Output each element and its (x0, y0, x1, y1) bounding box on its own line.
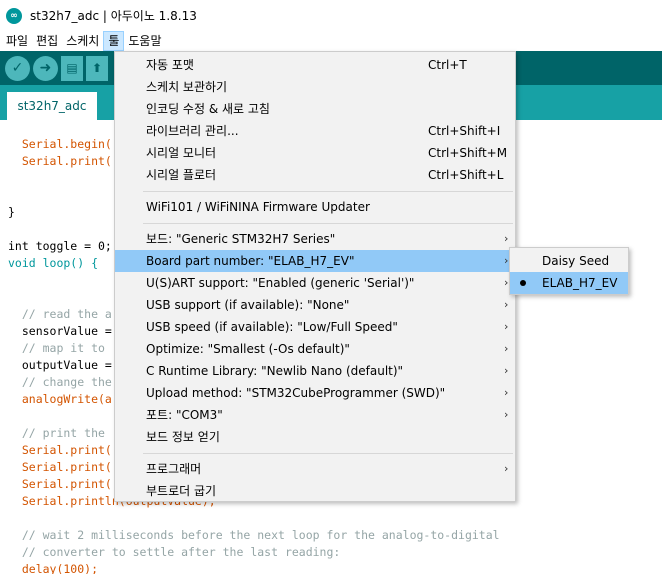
chevron-right-icon: › (504, 320, 509, 333)
verify-icon[interactable]: ✓ (5, 55, 30, 81)
menu-item-board-part-number[interactable]: Board part number: "ELAB_H7_EV" › (115, 250, 515, 272)
menu-separator (143, 223, 513, 224)
code-line: Serial.print( (8, 153, 112, 170)
menu-item-c-runtime-library[interactable]: C Runtime Library: "Newlib Nano (default… (115, 360, 515, 382)
menu-bar: 파일 편집 스케치 툴 도움말 (0, 31, 662, 51)
chevron-right-icon: › (504, 386, 509, 399)
menu-item-serial-plotter[interactable]: 시리얼 플로터 Ctrl+Shift+L (115, 164, 515, 186)
menu-item-shortcut: Ctrl+Shift+L (428, 168, 504, 182)
code-line: void loop() { (8, 255, 98, 272)
new-icon[interactable]: ▤ (61, 55, 83, 81)
menu-item-manage-libraries[interactable]: 라이브러리 관리... Ctrl+Shift+I (115, 120, 515, 142)
code-line: outputValue = (8, 358, 112, 372)
menu-item-auto-format[interactable]: 자동 포맷 Ctrl+T (115, 54, 515, 76)
chevron-right-icon: › (504, 342, 509, 355)
upload-icon[interactable]: ➜ (33, 55, 58, 81)
chevron-right-icon: › (504, 232, 509, 245)
menu-item-optimize[interactable]: Optimize: "Smallest (-Os default)" › (115, 338, 515, 360)
menu-item-label: WiFi101 / WiFiNINA Firmware Updater (146, 200, 370, 214)
code-text: Serial.print( (8, 154, 112, 168)
menu-item-usb-speed[interactable]: USB speed (if available): "Low/Full Spee… (115, 316, 515, 338)
menu-item-programmer[interactable]: 프로그래머 › (115, 458, 515, 480)
menu-item-usb-support[interactable]: USB support (if available): "None" › (115, 294, 515, 316)
code-line: Serial.print( (8, 477, 112, 491)
menu-item-label: Upload method: "STM32CubeProgrammer (SWD… (146, 386, 446, 400)
menu-item-label: USB support (if available): "None" (146, 298, 350, 312)
code-line: analogWrite(a (8, 392, 112, 406)
menu-item-archive-sketch[interactable]: 스케치 보관하기 (115, 76, 515, 98)
board-part-submenu: Daisy Seed ELAB_H7_EV (509, 247, 629, 295)
title-bar: ∞ st32h7_adc | 아두이노 1.8.13 (0, 0, 662, 31)
menu-item-serial-monitor[interactable]: 시리얼 모니터 Ctrl+Shift+M (115, 142, 515, 164)
menu-item-label: 부트로더 굽기 (146, 484, 217, 498)
menu-item-shortcut: Ctrl+Shift+M (428, 146, 508, 160)
menu-item-firmware-updater[interactable]: WiFi101 / WiFiNINA Firmware Updater (115, 196, 515, 218)
menu-item-label: 인코딩 수정 & 새로 고침 (146, 102, 270, 116)
menu-item-label: Optimize: "Smallest (-Os default)" (146, 342, 350, 356)
menu-item-board[interactable]: 보드: "Generic STM32H7 Series" › (115, 228, 515, 250)
menu-item-label: 포트: "COM3" (146, 408, 223, 422)
menu-sketch[interactable]: 스케치 (62, 31, 103, 51)
menu-item-label: USB speed (if available): "Low/Full Spee… (146, 320, 398, 334)
code-line: // change the (8, 375, 112, 389)
menu-item-fix-encoding[interactable]: 인코딩 수정 & 새로 고침 (115, 98, 515, 120)
menu-item-label: 보드 정보 얻기 (146, 430, 220, 444)
menu-item-upload-method[interactable]: Upload method: "STM32CubeProgrammer (SWD… (115, 382, 515, 404)
submenu-item-elab-h7-ev[interactable]: ELAB_H7_EV (510, 272, 628, 294)
menu-edit[interactable]: 편집 (32, 31, 62, 51)
submenu-item-label: ELAB_H7_EV (542, 276, 618, 290)
menu-item-shortcut: Ctrl+Shift+I (428, 124, 501, 138)
code-line: // read the a (8, 307, 112, 321)
menu-item-label: 프로그래머 (146, 462, 202, 476)
menu-item-burn-bootloader[interactable]: 부트로더 굽기 (115, 480, 515, 502)
menu-item-label: 라이브러리 관리... (146, 124, 239, 138)
menu-item-label: 자동 포맷 (146, 58, 194, 72)
code-line: } (8, 205, 15, 219)
code-line: Serial.print( (8, 443, 112, 457)
code-text: Serial.begin( (8, 137, 112, 151)
menu-item-label: C Runtime Library: "Newlib Nano (default… (146, 364, 404, 378)
menu-separator (143, 191, 513, 192)
menu-item-usart-support[interactable]: U(S)ART support: "Enabled (generic 'Seri… (115, 272, 515, 294)
menu-file[interactable]: 파일 (2, 31, 32, 51)
tab-sketch[interactable]: st32h7_adc (7, 92, 97, 120)
menu-item-label: 보드: "Generic STM32H7 Series" (146, 232, 336, 246)
window-title: st32h7_adc | 아두이노 1.8.13 (30, 9, 197, 23)
code-text: void loop() { (8, 256, 99, 270)
menu-help[interactable]: 도움말 (124, 31, 165, 51)
code-line: // map it to (8, 341, 105, 355)
menu-item-label: 시리얼 플로터 (146, 168, 217, 182)
open-icon[interactable]: ⬆ (86, 55, 108, 81)
menu-item-label: Board part number: "ELAB_H7_EV" (146, 254, 355, 268)
code-line: Serial.print( (8, 460, 112, 474)
menu-item-label: U(S)ART support: "Enabled (generic 'Seri… (146, 276, 415, 290)
code-line: // print the (8, 426, 105, 440)
code-line: // wait 2 milliseconds before the next l… (8, 528, 500, 542)
menu-separator (143, 453, 513, 454)
arduino-icon: ∞ (6, 7, 22, 24)
code-line: delay(100); (8, 562, 99, 574)
chevron-right-icon: › (504, 462, 509, 475)
menu-item-board-info[interactable]: 보드 정보 얻기 (115, 426, 515, 448)
code-line: int toggle = 0; (8, 239, 112, 253)
menu-item-shortcut: Ctrl+T (428, 58, 467, 72)
menu-item-label: 스케치 보관하기 (146, 80, 228, 94)
chevron-right-icon: › (504, 298, 509, 311)
code-line: sensorValue = (8, 324, 112, 338)
code-line: Serial.begin( (8, 136, 112, 153)
chevron-right-icon: › (504, 408, 509, 421)
menu-tools[interactable]: 툴 (103, 31, 125, 51)
selected-radio-icon (520, 280, 526, 286)
tools-menu: 자동 포맷 Ctrl+T 스케치 보관하기 인코딩 수정 & 새로 고침 라이브… (114, 51, 516, 502)
menu-item-port[interactable]: 포트: "COM3" › (115, 404, 515, 426)
submenu-item-daisy-seed[interactable]: Daisy Seed (510, 250, 628, 272)
submenu-item-label: Daisy Seed (542, 254, 610, 268)
chevron-right-icon: › (504, 276, 509, 289)
menu-item-label: 시리얼 모니터 (146, 146, 217, 160)
chevron-right-icon: › (504, 254, 509, 267)
chevron-right-icon: › (504, 364, 509, 377)
code-line: // converter to settle after the last re… (8, 545, 341, 559)
